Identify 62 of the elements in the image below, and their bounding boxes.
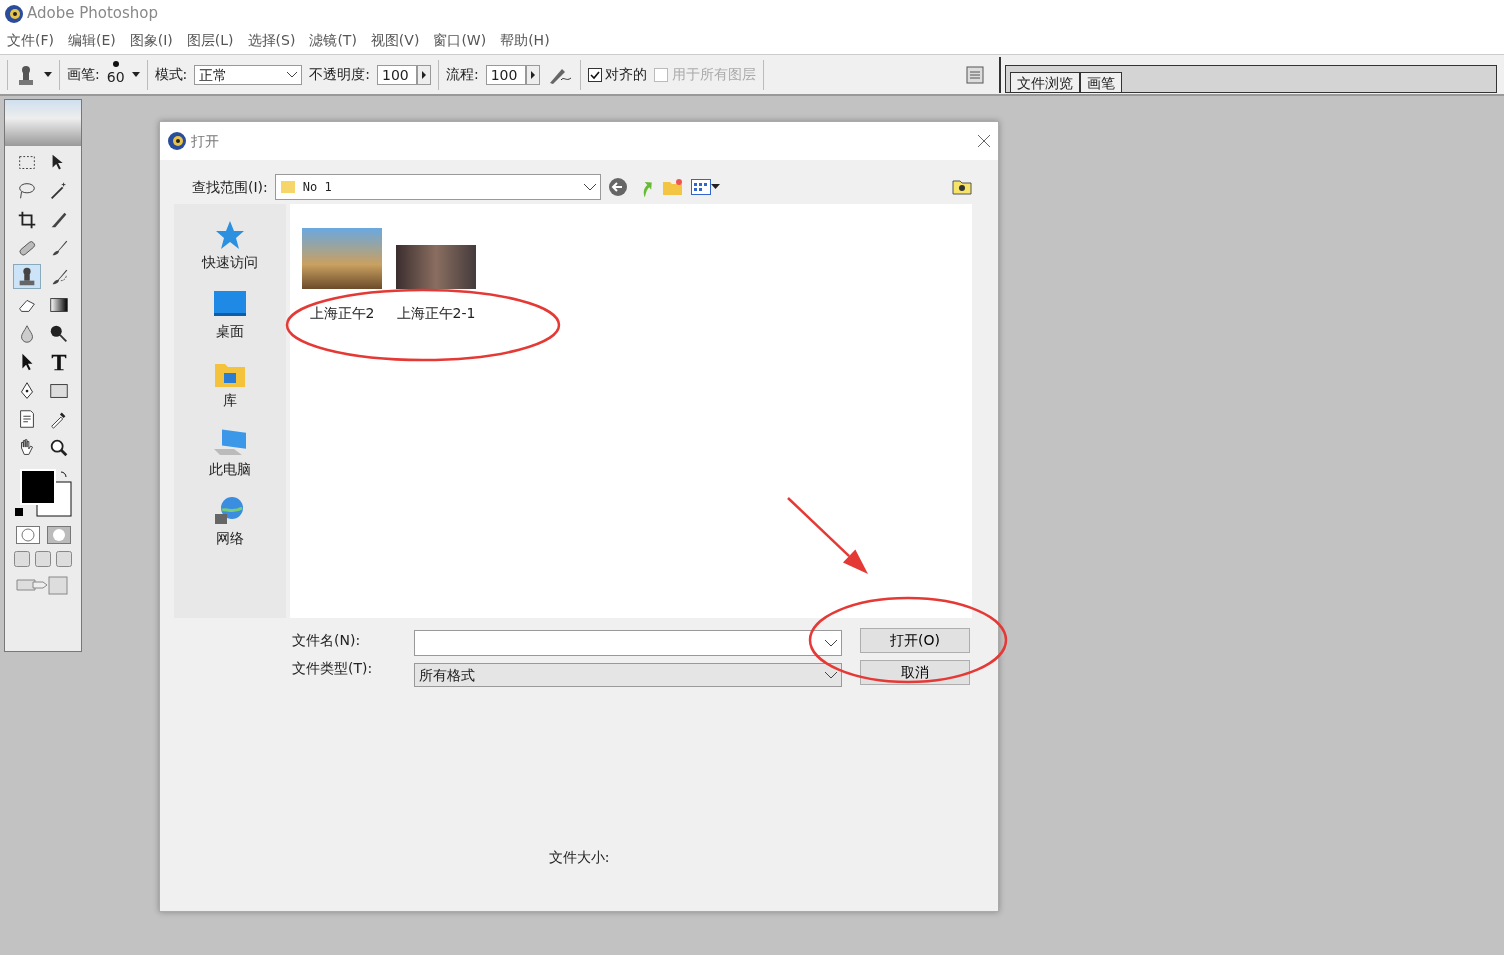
- file-name-label: 文件名(N):: [292, 631, 362, 650]
- place-item[interactable]: 网络: [212, 494, 248, 549]
- stamp-tool[interactable]: [13, 264, 42, 289]
- mode-label: 模式:: [154, 65, 188, 84]
- mode-dropdown[interactable]: 正常: [194, 64, 303, 85]
- menu-item[interactable]: 窗口(W): [433, 30, 487, 51]
- menu-item[interactable]: 帮助(H): [500, 30, 550, 51]
- flow-label: 流程:: [446, 65, 479, 84]
- opacity-field[interactable]: 100: [377, 64, 417, 85]
- menu-item[interactable]: 图层(L): [186, 30, 234, 51]
- screen-mode-icon[interactable]: [55, 551, 72, 567]
- place-item[interactable]: 此电脑: [209, 425, 251, 480]
- checkbox-label: 用于所有图层: [671, 65, 756, 84]
- file-item[interactable]: 上海正午2: [302, 228, 382, 324]
- file-size-label: 文件大小:: [548, 849, 610, 865]
- look-in-dropdown[interactable]: No 1: [274, 174, 601, 200]
- menu-item[interactable]: 视图(V): [370, 30, 420, 51]
- file-name-field[interactable]: [414, 630, 842, 656]
- opacity-label: 不透明度:: [309, 65, 370, 84]
- folder-icon: [279, 179, 296, 195]
- chevron-icon: [287, 71, 298, 78]
- menu-item[interactable]: 选择(S): [247, 30, 296, 51]
- brush-label: 画笔:: [67, 65, 100, 84]
- checkbox-label: 对齐的: [605, 65, 648, 84]
- chevron-icon: [583, 183, 596, 191]
- quick-mask-icon[interactable]: [46, 526, 71, 544]
- screen-mode-icon[interactable]: [14, 551, 31, 567]
- place-item[interactable]: 桌面: [212, 287, 248, 342]
- menu-item[interactable]: 图象(I): [129, 30, 173, 51]
- palette-tab[interactable]: 文件浏览: [1010, 71, 1080, 92]
- menu-item[interactable]: 文件(F): [7, 30, 54, 51]
- palette-tab[interactable]: 画笔: [1080, 71, 1122, 92]
- menu-item[interactable]: 滤镜(T): [309, 30, 357, 51]
- file-item[interactable]: 上海正午2-1: [396, 228, 476, 324]
- close-icon[interactable]: [977, 134, 991, 148]
- caret-icon[interactable]: [710, 184, 720, 190]
- caret-icon[interactable]: [131, 71, 140, 78]
- brush-dot-icon: [112, 61, 119, 67]
- app-icon: [3, 3, 24, 24]
- dialog-title: 打开: [190, 131, 220, 151]
- screen-mode-icon[interactable]: [35, 551, 51, 567]
- flow-field[interactable]: 100: [485, 64, 526, 85]
- chevron-icon: [825, 671, 837, 679]
- color-swatches-icon[interactable]: [13, 468, 73, 520]
- file-type-dropdown[interactable]: 所有格式: [414, 663, 842, 687]
- standard-mode-icon[interactable]: [15, 526, 40, 544]
- look-in-label: 查找范围(I):: [192, 177, 268, 197]
- checkbox[interactable]: [587, 67, 602, 82]
- chevron-icon[interactable]: [825, 639, 837, 647]
- file-type-label: 文件类型(T):: [292, 659, 374, 678]
- brush-size: 60: [106, 68, 125, 87]
- place-item[interactable]: 库: [212, 356, 248, 411]
- view-grid-icon[interactable]: [690, 178, 711, 196]
- place-item[interactable]: 快速访问: [202, 218, 258, 273]
- new-folder-icon[interactable]: [661, 178, 684, 196]
- dialog-button[interactable]: 打开(O): [860, 628, 970, 653]
- menu-item[interactable]: 编辑(E): [68, 30, 116, 51]
- folder-icon[interactable]: [952, 179, 972, 195]
- dialog-button[interactable]: 取消: [860, 660, 970, 685]
- window-title: Adobe Photoshop: [27, 3, 159, 25]
- app-icon: [167, 131, 187, 151]
- caret-icon[interactable]: [44, 71, 52, 78]
